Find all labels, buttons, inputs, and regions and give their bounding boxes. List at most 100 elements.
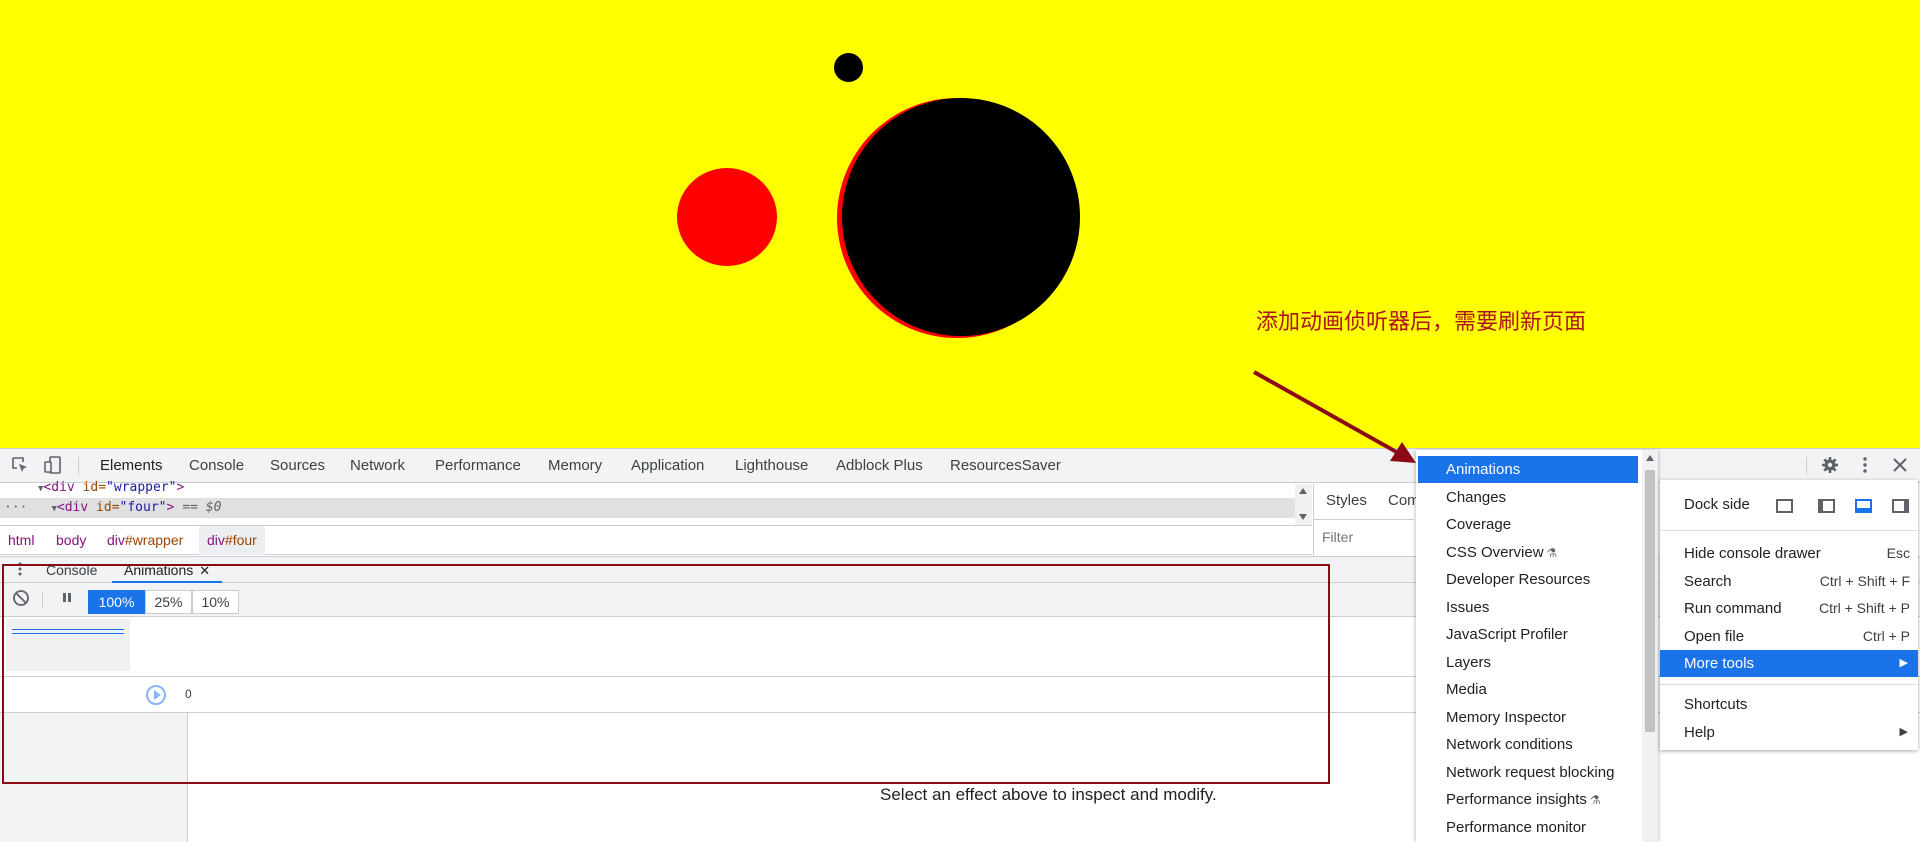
playback-rate-10[interactable]: 10% <box>192 590 239 614</box>
menu-item-label: Help <box>1684 724 1715 741</box>
annotation-arrow <box>1253 370 1416 463</box>
menu-item-label: Memory Inspector <box>1446 709 1567 726</box>
menu-item-shortcuts[interactable]: Shortcuts <box>1660 691 1918 718</box>
drawer-menu-icon[interactable] <box>10 560 30 580</box>
page-viewport: 添加动画侦听器后，需要刷新页面 <box>0 0 1920 448</box>
menu-item-developer-resources[interactable]: Developer Resources <box>1418 566 1638 593</box>
menu-divider <box>1660 530 1918 531</box>
pause-all-icon[interactable] <box>57 589 77 609</box>
dom-tree: ▼<div id="wrapper"> ··· ▼<div id="four"> =… <box>0 480 1312 525</box>
menu-item-javascript-profiler[interactable]: JavaScript Profiler <box>1418 621 1638 648</box>
menu-item-search[interactable]: Search Ctrl + Shift + F <box>1660 568 1918 595</box>
menu-item-label: Performance insights <box>1446 791 1587 808</box>
dom-node-wrapper[interactable]: ▼<div id="wrapper"> <box>0 478 1295 498</box>
styles-filter-input[interactable] <box>1322 526 1406 548</box>
breadcrumb-div-wrapper[interactable]: div#wrapper <box>99 526 191 555</box>
menu-divider <box>1660 684 1918 685</box>
submenu-arrow-icon: ▶ <box>1899 726 1908 738</box>
selected-node-marker: == $0 <box>182 500 222 515</box>
menu-item-coverage[interactable]: Coverage <box>1418 511 1638 538</box>
clear-all-icon[interactable] <box>11 589 31 609</box>
breadcrumb-tag: div <box>107 532 125 548</box>
drawer-tab-label: Animations <box>124 562 194 578</box>
menu-item-help[interactable]: Help ▶ <box>1660 719 1918 746</box>
scroll-down-icon[interactable] <box>1299 514 1307 520</box>
menu-item-changes[interactable]: Changes <box>1418 484 1638 511</box>
menu-item-media[interactable]: Media <box>1418 676 1638 703</box>
breadcrumb-body[interactable]: body <box>48 526 94 555</box>
menu-item-performance-monitor[interactable]: Performance monitor <box>1418 814 1638 841</box>
inspect-element-icon[interactable] <box>10 456 30 476</box>
menu-item-performance-insights[interactable]: Performance insights ⚗ <box>1418 786 1638 813</box>
animation-group-preview[interactable] <box>6 619 130 671</box>
playback-rate-100[interactable]: 100% <box>88 590 145 614</box>
menu-item-label: Network request blocking <box>1446 764 1615 781</box>
preview-line <box>12 633 124 634</box>
breadcrumb-div-four[interactable]: div#four <box>199 526 265 555</box>
toolbar-divider-right <box>1806 457 1807 475</box>
menu-item-network-request-blocking[interactable]: Network request blocking <box>1418 759 1638 786</box>
tab-computed[interactable]: Com <box>1388 484 1420 518</box>
menu-item-issues[interactable]: Issues <box>1418 594 1638 621</box>
toolbar-divider <box>78 457 79 475</box>
menu-shortcut: Ctrl + P <box>1862 628 1910 644</box>
menu-item-label: Developer Resources <box>1446 571 1591 588</box>
dom-tag-name: div <box>51 480 75 495</box>
breadcrumb-tag: div <box>207 532 225 548</box>
dock-bottom-icon[interactable] <box>1855 499 1872 513</box>
timeline-node-column <box>0 713 188 842</box>
drawer-tab-animations[interactable]: Animations ✕ <box>112 557 223 583</box>
dom-attr-name: id= <box>88 500 120 515</box>
dock-undock-icon[interactable] <box>1776 499 1793 513</box>
dock-side-label: Dock side <box>1684 496 1750 513</box>
menu-item-label: Hide console drawer <box>1684 545 1821 562</box>
device-toolbar-icon[interactable] <box>43 456 63 476</box>
menu-item-animations[interactable]: Animations <box>1418 456 1638 483</box>
preview-line <box>12 629 124 630</box>
menu-item-layers[interactable]: Layers <box>1418 649 1638 676</box>
more-actions-icon[interactable]: ··· <box>4 500 27 515</box>
empty-message: Select an effect above to inspect and mo… <box>880 785 1217 804</box>
drawer-tab-console[interactable]: Console <box>46 557 97 583</box>
menu-item-network-conditions[interactable]: Network conditions <box>1418 731 1638 758</box>
menu-item-open-file[interactable]: Open file Ctrl + P <box>1660 623 1918 650</box>
kebab-menu-icon[interactable] <box>1855 456 1875 476</box>
menu-item-label: Search <box>1684 573 1732 590</box>
menu-item-label: Layers <box>1446 654 1492 671</box>
menu-item-hide-console-drawer[interactable]: Hide console drawer Esc <box>1660 540 1918 567</box>
dock-side-row: Dock side <box>1660 490 1918 520</box>
dom-tag-name: div <box>64 500 89 515</box>
submenu-scrollbar[interactable] <box>1642 450 1658 842</box>
screenshot: 添加动画侦听器后，需要刷新页面 Elements Console Sources… <box>0 0 1920 842</box>
close-icon[interactable] <box>1890 456 1910 476</box>
menu-item-more-tools[interactable]: More tools ▶ <box>1660 650 1918 677</box>
scroll-up-icon[interactable] <box>1299 488 1307 494</box>
playback-rate-25[interactable]: 25% <box>145 590 192 614</box>
styles-filter <box>1314 519 1414 553</box>
small-black-circle <box>834 53 863 82</box>
menu-item-label: Media <box>1446 681 1487 698</box>
experiment-flask-icon: ⚗ <box>1546 546 1558 560</box>
dom-tag-close: > <box>166 500 175 515</box>
tab-styles[interactable]: Styles <box>1326 484 1367 518</box>
scroll-up-icon[interactable] <box>1646 455 1654 461</box>
dom-tag-close: > <box>176 480 185 495</box>
dock-left-icon[interactable] <box>1818 499 1835 513</box>
menu-item-memory-inspector[interactable]: Memory Inspector <box>1418 704 1638 731</box>
experiment-flask-icon: ⚗ <box>1589 793 1601 807</box>
large-black-circle <box>842 98 1080 336</box>
menu-item-run-command[interactable]: Run command Ctrl + Shift + P <box>1660 595 1918 622</box>
breadcrumb-html[interactable]: html <box>0 526 42 555</box>
menu-item-label: Network conditions <box>1446 736 1573 753</box>
menu-item-label: Performance monitor <box>1446 819 1587 836</box>
breadcrumb-id: #four <box>224 532 257 548</box>
gear-icon[interactable] <box>1820 456 1840 476</box>
replay-icon[interactable] <box>146 685 166 705</box>
dom-attr-value: "wrapper" <box>106 480 177 495</box>
dock-right-icon[interactable] <box>1892 499 1909 513</box>
dom-node-four-selected[interactable]: ··· ▼<div id="four"> == $0 <box>0 498 1295 518</box>
menu-item-css-overview[interactable]: CSS Overview ⚗ <box>1418 539 1638 566</box>
close-tab-icon[interactable]: ✕ <box>199 563 210 578</box>
scrollbar-thumb[interactable] <box>1645 470 1655 732</box>
dom-tree-scrollbar[interactable] <box>1295 484 1312 525</box>
